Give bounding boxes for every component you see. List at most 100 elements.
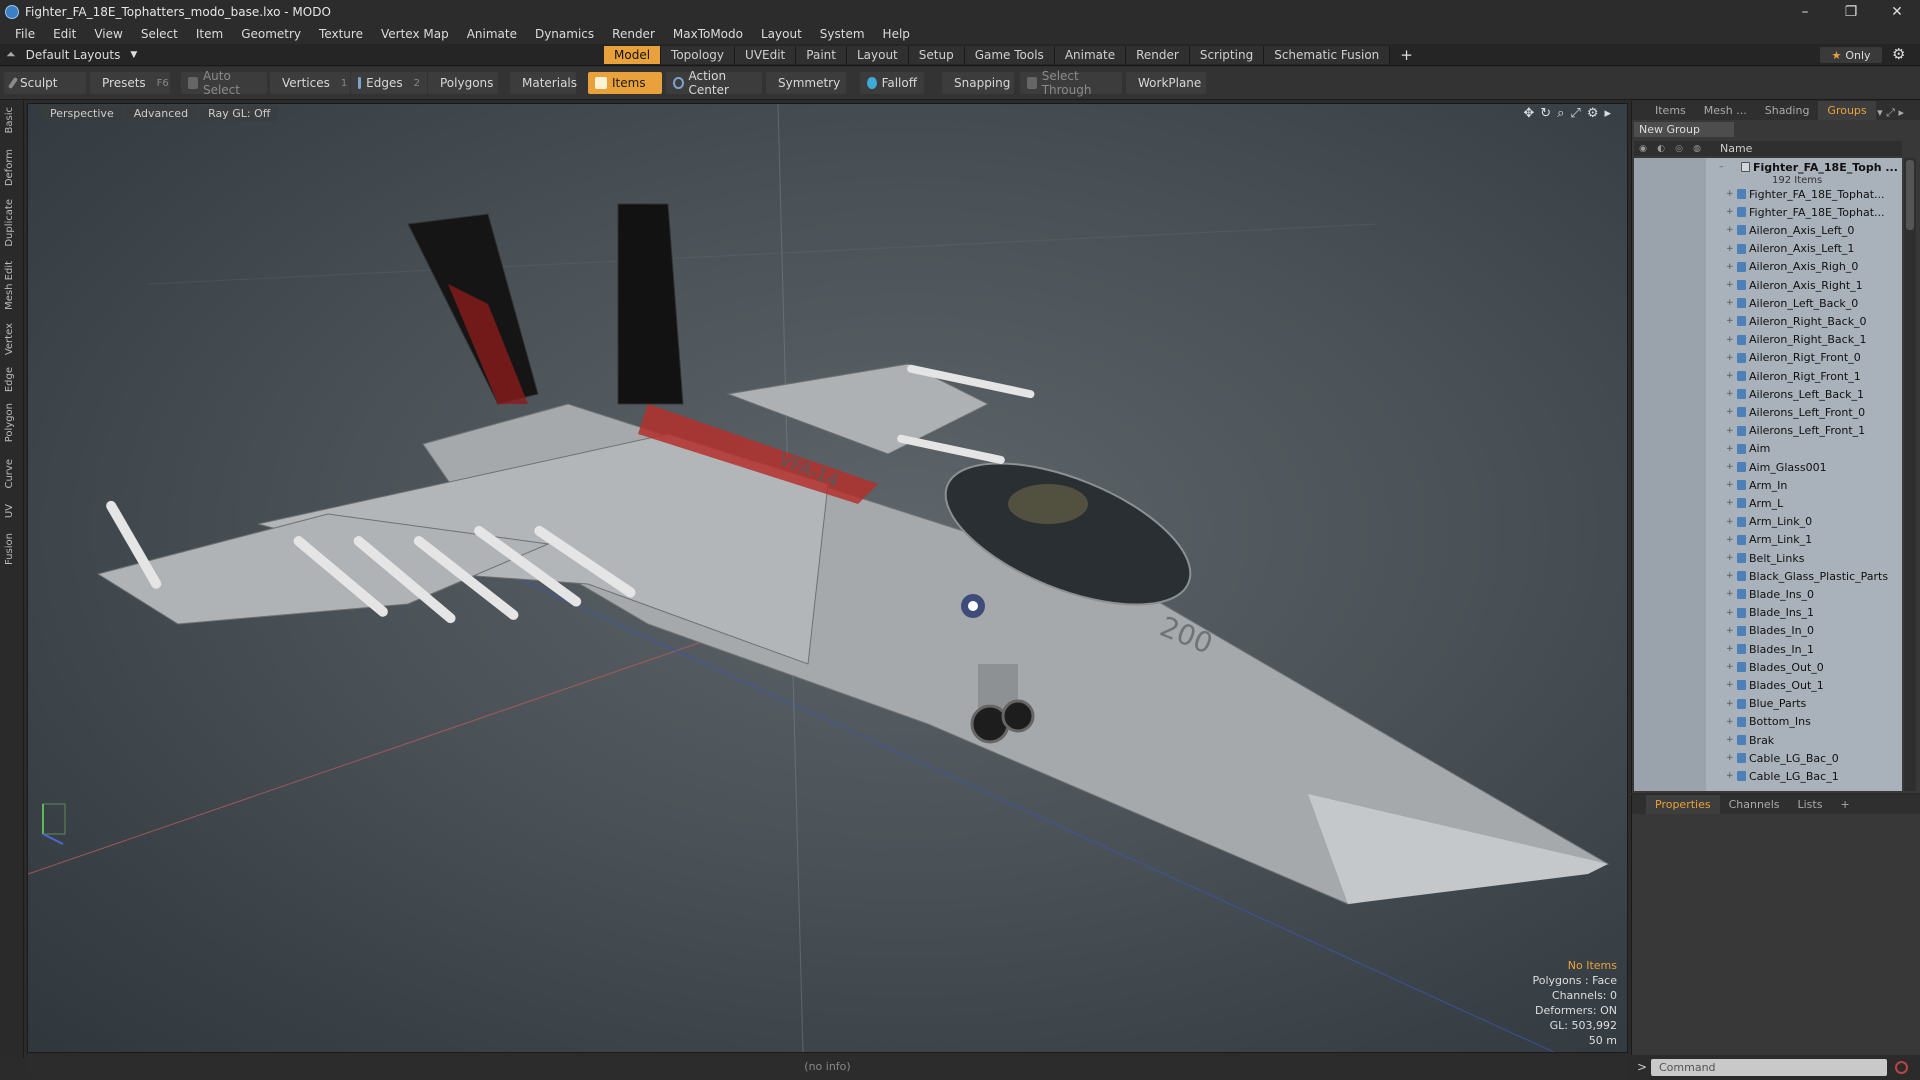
expand-icon[interactable]: + (1726, 353, 1734, 363)
visibility-column-icon[interactable]: ◉ (1634, 141, 1652, 156)
tree-item[interactable]: + Aim (1634, 440, 1902, 458)
viewport-menu-icon[interactable]: ▸ (1604, 106, 1611, 121)
expand-icon[interactable]: + (1726, 225, 1734, 235)
expand-icon[interactable]: + (1726, 735, 1734, 745)
menu-dynamics[interactable]: Dynamics (526, 27, 603, 41)
left-tab-mesh-edit[interactable]: Mesh Edit (4, 261, 15, 310)
expand-icon[interactable]: + (1726, 517, 1734, 527)
tree-item[interactable]: + Aileron_Rigt_Front_0 (1634, 349, 1902, 367)
tree-item[interactable]: + Black_Glass_Plastic_Parts (1634, 567, 1902, 585)
add-tab-icon[interactable]: + (1390, 46, 1423, 64)
tab-lists[interactable]: Lists (1789, 795, 1832, 814)
left-tab-duplicate[interactable]: Duplicate (4, 199, 15, 247)
tree-item[interactable]: + Aileron_Axis_Left_1 (1634, 240, 1902, 258)
tab-mesh[interactable]: Mesh ... (1695, 101, 1756, 120)
maximize-icon[interactable]: ❐ (1828, 0, 1874, 23)
expand-icon[interactable]: + (1726, 662, 1734, 672)
snapping-button[interactable]: Snapping (942, 72, 1014, 94)
minimize-icon[interactable]: – (1782, 0, 1828, 23)
view-mode-dropdown[interactable]: Perspective (42, 106, 122, 121)
symmetry-button[interactable]: Symmetry (766, 72, 846, 94)
left-tab-deform[interactable]: Deform (4, 149, 15, 186)
tree-item[interactable]: + Aileron_Right_Back_0 (1634, 312, 1902, 330)
expand-icon[interactable]: + (1726, 699, 1734, 709)
tree-item[interactable]: + Cable_LG_Bac_1 (1634, 767, 1902, 785)
expand-icon[interactable]: + (1726, 207, 1734, 217)
tab-model[interactable]: Model (604, 46, 662, 64)
expand-icon[interactable]: + (1726, 389, 1734, 399)
menu-maxtomodo[interactable]: MaxToModo (664, 27, 752, 41)
left-tab-fusion[interactable]: Fusion (4, 533, 15, 565)
tree-item[interactable]: + Ailerons_Left_Front_1 (1634, 422, 1902, 440)
scrollbar-thumb[interactable] (1906, 160, 1914, 230)
expand-icon[interactable]: + (1726, 298, 1734, 308)
expand-icon[interactable]: + (1726, 753, 1734, 763)
auto-select-button[interactable]: Auto Select (181, 69, 267, 97)
add-tab-icon[interactable]: + (1831, 795, 1858, 814)
rotate-view-icon[interactable]: ↻ (1540, 106, 1551, 121)
tab-uvedit[interactable]: UVEdit (735, 46, 797, 64)
command-input[interactable]: Command (1651, 1059, 1887, 1076)
render-column-icon[interactable]: ◐ (1652, 141, 1670, 156)
expand-icon[interactable]: + (1726, 608, 1734, 618)
items-button[interactable]: Items (588, 72, 662, 94)
tree-item[interactable]: + Blade_Ins_0 (1634, 585, 1902, 603)
tab-layout[interactable]: Layout (846, 46, 909, 64)
expand-icon[interactable]: + (1726, 426, 1734, 436)
layout-name[interactable]: Default Layouts (26, 48, 121, 62)
tab-topology[interactable]: Topology (661, 46, 736, 64)
tab-paint[interactable]: Paint (796, 46, 847, 64)
expand-icon[interactable]: + (1726, 462, 1734, 472)
menu-vertex-map[interactable]: Vertex Map (372, 27, 458, 41)
expand-icon[interactable]: + (1726, 316, 1734, 326)
viewport-scene[interactable]: VFA-14 200 (28, 104, 1628, 1053)
polygons-button[interactable]: Polygons (428, 72, 498, 94)
tree-item[interactable]: + Cable_LG_Bac_0 (1634, 749, 1902, 767)
workplane-button[interactable]: WorkPlane (1126, 72, 1206, 94)
expand-icon[interactable]: + (1726, 553, 1734, 563)
layout-selector[interactable]: ⏶ Default Layouts ▼ (6, 47, 137, 62)
move-view-icon[interactable]: ✥ (1523, 106, 1534, 121)
expand-icon[interactable]: + (1726, 644, 1734, 654)
expand-icon[interactable]: + (1726, 371, 1734, 381)
menu-animate[interactable]: Animate (458, 27, 526, 41)
left-tab-polygon[interactable]: Polygon (4, 403, 15, 442)
command-history-icon[interactable]: > (1637, 1060, 1647, 1074)
expand-icon[interactable]: + (1726, 444, 1734, 454)
edges-button[interactable]: Edges 2 (351, 72, 427, 94)
raygl-dropdown[interactable]: Ray GL: Off (200, 106, 279, 121)
tree-item[interactable]: + Belt_Links (1634, 549, 1902, 567)
vertices-button[interactable]: Vertices 1 (270, 72, 350, 94)
expand-icon[interactable]: + (1726, 335, 1734, 345)
select-column-icon[interactable]: ◍ (1688, 141, 1706, 156)
left-tab-curve[interactable]: Curve (4, 459, 15, 489)
tree-item[interactable]: + Blades_Out_0 (1634, 658, 1902, 676)
tree-item[interactable]: + Bottom_Ins (1634, 713, 1902, 731)
action-center-button[interactable]: Action Center (666, 69, 762, 97)
tree-item[interactable]: + Aileron_Left_Back_0 (1634, 294, 1902, 312)
left-tab-vertex[interactable]: Vertex (4, 323, 15, 355)
expand-icon[interactable]: + (1726, 717, 1734, 727)
tree-item[interactable]: + Aileron_Rigt_Front_1 (1634, 367, 1902, 385)
menu-item[interactable]: Item (187, 27, 232, 41)
tab-scripting[interactable]: Scripting (1189, 46, 1265, 64)
lock-column-icon[interactable]: ◎ (1670, 141, 1688, 156)
left-tab-uv[interactable]: UV (4, 504, 15, 518)
tree-item[interactable]: + Ailerons_Left_Front_0 (1634, 403, 1902, 421)
tree-item[interactable]: + Blades_In_1 (1634, 640, 1902, 658)
select-through-button[interactable]: Select Through (1020, 69, 1122, 97)
groups-tree[interactable]: – Fighter_FA_18E_Toph ... 192 Items + Fig… (1634, 158, 1902, 791)
tree-item[interactable]: + Arm_In (1634, 476, 1902, 494)
tree-item[interactable]: + Fighter_FA_18E_Tophat... (1634, 185, 1902, 203)
presets-button[interactable]: Presets F6 (90, 72, 170, 94)
tree-item[interactable]: + Arm_L (1634, 494, 1902, 512)
materials-button[interactable]: Materials (510, 72, 577, 94)
fit-view-icon[interactable]: ⤢ (1570, 106, 1580, 121)
close-icon[interactable]: ✕ (1874, 0, 1920, 23)
name-column-header[interactable]: Name (1720, 142, 1752, 155)
left-tab-edge[interactable]: Edge (4, 367, 15, 392)
menu-layout[interactable]: Layout (752, 27, 811, 41)
tree-item[interactable]: + Blue_Parts (1634, 695, 1902, 713)
stop-icon[interactable] (1895, 1061, 1908, 1074)
tree-item[interactable]: + Arm_Link_0 (1634, 513, 1902, 531)
